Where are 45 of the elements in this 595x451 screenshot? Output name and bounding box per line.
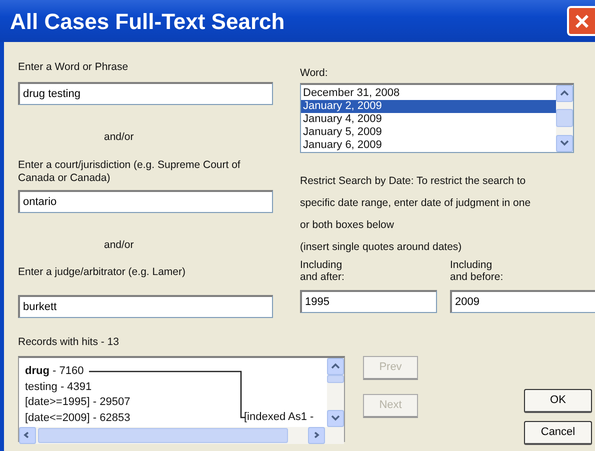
note: (insert single quotes around dates) bbox=[300, 240, 462, 253]
input-field[interactable]: burkett bbox=[18, 295, 273, 318]
tree-line: [date<=2009] - 62853 bbox=[25, 411, 130, 426]
tree-line: drug - 7160 bbox=[25, 364, 84, 379]
chevron-up-icon bbox=[560, 90, 569, 96]
scroll-down-button[interactable] bbox=[556, 134, 573, 152]
scrollbar-thumb[interactable] bbox=[38, 428, 288, 443]
cancel-button[interactable]: Cancel bbox=[524, 420, 592, 445]
list-item[interactable]: January 6, 2009 bbox=[301, 138, 556, 152]
chevron-down-icon bbox=[560, 140, 569, 146]
list-item[interactable]: December 31, 2008 bbox=[301, 86, 556, 100]
results-label: Records with hits - 13 bbox=[18, 336, 119, 348]
input-field[interactable]: ontario bbox=[18, 190, 273, 212]
tree-node-label: [indexed As1 - bbox=[244, 410, 314, 425]
tree-line: [date>=1995] - 29507 bbox=[25, 395, 130, 410]
field-label: Including and before: bbox=[450, 258, 504, 283]
scroll-down-button[interactable] bbox=[327, 410, 344, 427]
scroll-up-button[interactable] bbox=[556, 84, 573, 102]
scrollbar-thumb[interactable] bbox=[556, 109, 573, 128]
close-button[interactable]: × bbox=[567, 6, 595, 36]
paragraph: Restrict Search by Date: To restrict the search to specific date range, enter date of judgment in one or both boxes below bbox=[300, 174, 532, 233]
input-field[interactable]: drug testing bbox=[18, 82, 273, 105]
field-label: Word: bbox=[300, 67, 328, 79]
tree-line: testing - 4391 bbox=[25, 380, 92, 394]
window-title: All Cases Full-Text Search bbox=[10, 8, 285, 36]
scroll-right-button[interactable] bbox=[308, 426, 325, 444]
field-label: Enter a Word or Phrase bbox=[18, 61, 128, 73]
chevron-right-icon bbox=[312, 432, 321, 438]
field-label: Enter a judge/arbitrator (e.g. Lamer) bbox=[18, 266, 186, 278]
word-listbox[interactable]: December 31, 2008 January 2, 2009 January 4, 2009 January 5, 2009 January 6, 2009 bbox=[300, 82, 574, 153]
field-label: Including and after: bbox=[300, 258, 344, 283]
input-field[interactable]: 2009 bbox=[450, 290, 595, 313]
list-item[interactable]: January 4, 2009 bbox=[301, 112, 556, 126]
scroll-up-button[interactable] bbox=[327, 358, 344, 375]
ok-button[interactable]: OK bbox=[524, 388, 592, 413]
label: and/or bbox=[104, 238, 134, 250]
chevron-up-icon bbox=[331, 363, 340, 370]
scrollbar-thumb[interactable] bbox=[327, 374, 344, 383]
list-item[interactable]: January 2, 2009 bbox=[301, 100, 556, 113]
list-item[interactable]: January 5, 2009 bbox=[301, 126, 556, 139]
label: and/or bbox=[104, 130, 134, 143]
field-label: Enter a court/jurisdiction (e.g. Supreme Court of Canada or Canada) bbox=[18, 158, 240, 184]
scroll-left-button[interactable] bbox=[19, 426, 36, 444]
chevron-down-icon bbox=[331, 415, 340, 422]
input-field[interactable]: 1995 bbox=[300, 290, 437, 313]
